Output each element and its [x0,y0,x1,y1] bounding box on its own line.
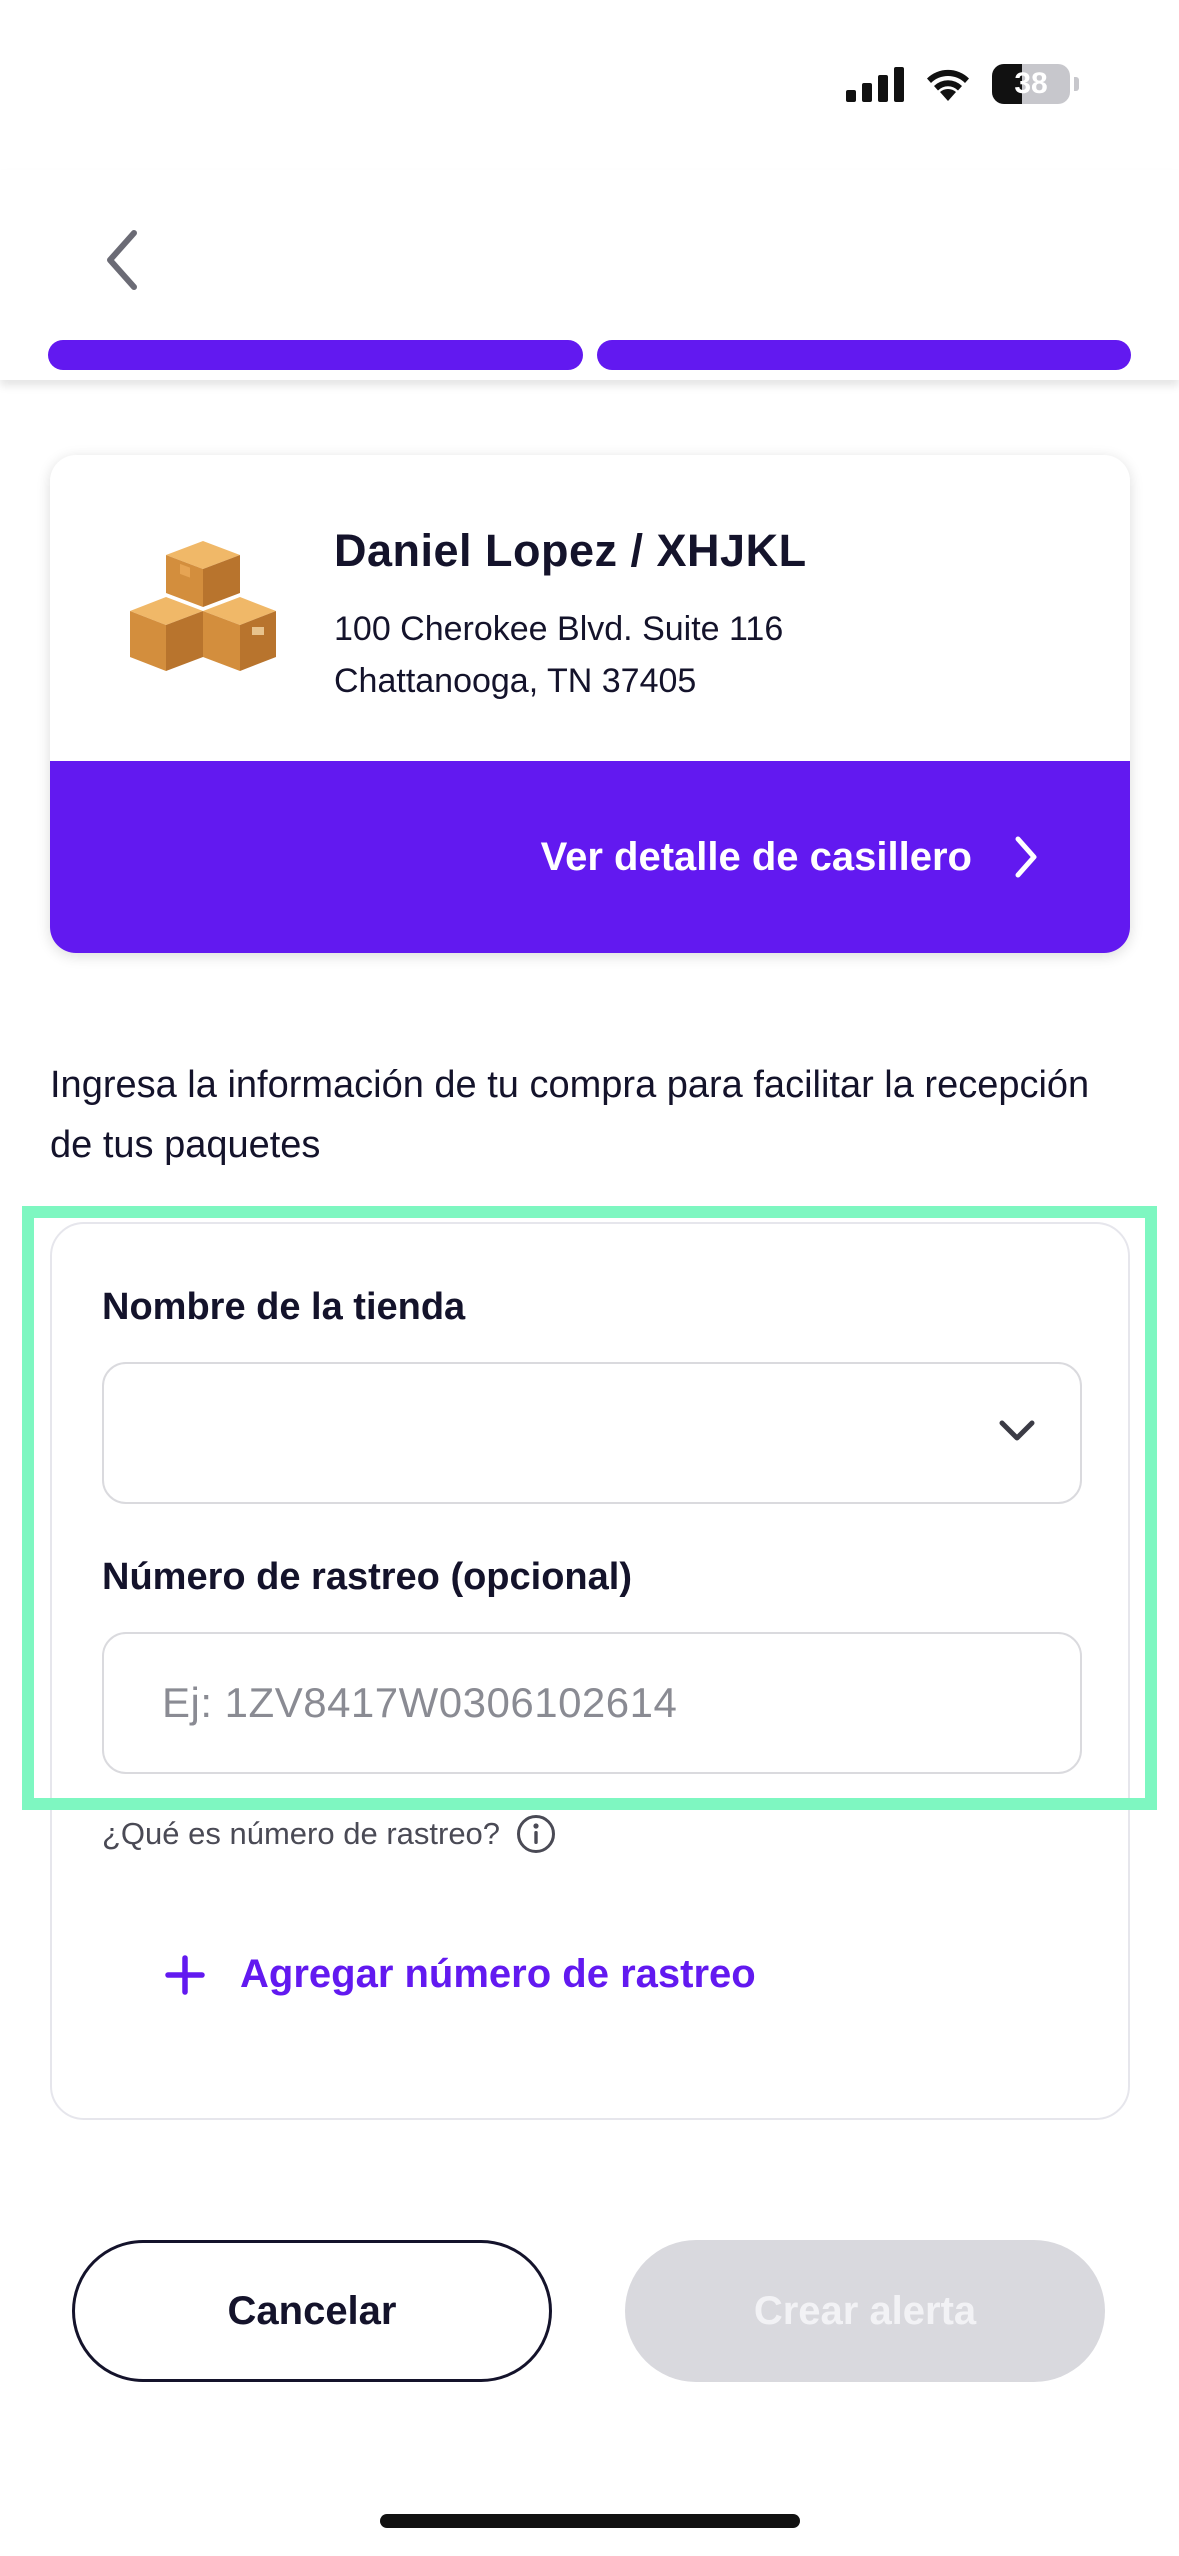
battery-icon: 38 [992,64,1070,104]
locker-info: Daniel Lopez / XHJKL 100 Cherokee Blvd. … [50,455,1130,761]
locker-address-card: Daniel Lopez / XHJKL 100 Cherokee Blvd. … [50,455,1130,953]
view-locker-detail-button[interactable]: Ver detalle de casillero [50,761,1130,953]
progress-step [596,340,1131,370]
store-name-label: Nombre de la tienda [102,1286,466,1328]
wifi-icon [927,69,969,101]
cancel-button-label: Cancelar [227,2288,397,2333]
battery-percent: 38 [1014,67,1048,100]
address-line-1: 100 Cherokee Blvd. Suite 116 [334,610,784,648]
tracking-number-help-text: ¿Qué es número de rastreo? [102,1816,501,1851]
tracking-number-input[interactable]: Ej: 1ZV8417W0306102614 [102,1632,1082,1774]
add-tracking-number-button[interactable]: Agregar número de rastreo [164,1952,756,1997]
purchase-form-card: Nombre de la tienda Número de rastreo (o… [50,1222,1130,2120]
view-locker-detail-label: Ver detalle de casillero [540,834,972,879]
chevron-right-icon [1015,836,1037,878]
tracking-number-help[interactable]: ¿Qué es número de rastreo? [102,1814,556,1854]
address-line-2: Chattanooga, TN 37405 [334,662,697,700]
add-tracking-number-label: Agregar número de rastreo [240,1952,756,1996]
create-alert-button[interactable]: Crear alerta [625,2240,1105,2382]
header [0,170,1179,380]
home-indicator [380,2514,800,2528]
chevron-left-icon [107,230,137,290]
status-bar: 38 [0,0,1179,170]
cancel-button[interactable]: Cancelar [72,2240,552,2382]
tracking-number-label: Número de rastreo (opcional) [102,1556,632,1598]
store-name-dropdown[interactable] [102,1362,1082,1504]
progress-bar [48,340,1131,370]
boxes-icon [130,541,276,671]
info-icon [517,1815,556,1853]
progress-step [48,340,583,370]
battery-tip [1074,77,1079,91]
back-button[interactable] [92,220,152,300]
locker-owner-name: Daniel Lopez / XHJKL [334,525,807,576]
plus-icon [165,1954,205,1995]
locker-address: 100 Cherokee Blvd. Suite 116 Chattanooga… [334,603,783,707]
chevron-down-icon [999,1420,1035,1441]
create-alert-button-label: Crear alerta [753,2288,977,2333]
tracking-number-placeholder: Ej: 1ZV8417W0306102614 [162,1679,678,1726]
status-icons: 38 [846,64,1079,104]
purchase-info-intro: Ingresa la información de tu compra para… [50,1064,1090,1166]
signal-icon [846,66,904,102]
